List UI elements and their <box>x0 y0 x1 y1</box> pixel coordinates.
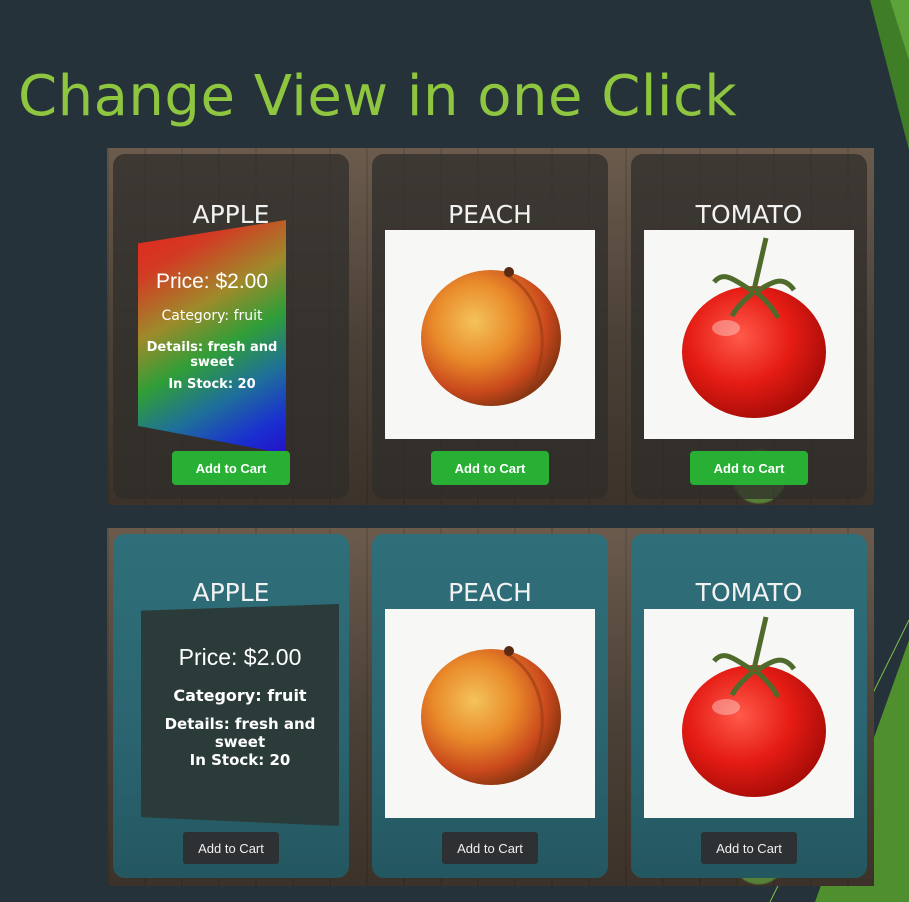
tomato-image <box>644 609 854 818</box>
product-card-apple[interactable]: APPLE Price: $2.00 Category: fruit Detai… <box>113 154 349 499</box>
product-name: APPLE <box>192 200 270 229</box>
peach-image <box>385 609 595 818</box>
product-name: APPLE <box>192 578 270 607</box>
product-details-flipped: Price: $2.00 Category: fruit Details: fr… <box>138 220 286 454</box>
product-stock: In Stock: 20 <box>189 751 291 769</box>
tomato-image <box>644 230 854 439</box>
product-name: PEACH <box>448 578 532 607</box>
add-to-cart-button[interactable]: Add to Cart <box>442 832 538 864</box>
add-to-cart-button[interactable]: Add to Cart <box>431 451 549 485</box>
product-card-tomato[interactable]: TOMATO Add to Cart <box>631 534 867 878</box>
product-grid-view-flip: APPLE Price: $2.00 Category: fruit Detai… <box>107 148 874 505</box>
product-card-peach[interactable]: PEACH Add to Cart <box>372 534 608 878</box>
product-description: Details: fresh and sweet <box>164 715 316 751</box>
product-name: TOMATO <box>695 200 803 229</box>
add-to-cart-button[interactable]: Add to Cart <box>172 451 290 485</box>
product-category: Category: fruit <box>161 308 263 324</box>
product-card-peach[interactable]: PEACH Add to Cart <box>372 154 608 499</box>
product-details-flipped: Price: $2.00 Category: fruit Details: fr… <box>141 604 339 826</box>
product-name: TOMATO <box>695 578 803 607</box>
product-stock: In Stock: 20 <box>168 377 256 392</box>
product-grid-view-teal: APPLE Price: $2.00 Category: fruit Detai… <box>107 528 874 886</box>
add-to-cart-button[interactable]: Add to Cart <box>690 451 808 485</box>
product-name: PEACH <box>448 200 532 229</box>
add-to-cart-button[interactable]: Add to Cart <box>701 832 797 864</box>
product-description: Details: fresh and sweet <box>146 340 278 370</box>
product-card-apple[interactable]: APPLE Price: $2.00 Category: fruit Detai… <box>113 534 349 878</box>
product-price: Price: $2.00 <box>178 644 302 670</box>
slide-title: Change View in one Click <box>18 64 738 129</box>
add-to-cart-button[interactable]: Add to Cart <box>183 832 279 864</box>
product-card-tomato[interactable]: TOMATO Add to Cart <box>631 154 867 499</box>
product-price: Price: $2.00 <box>155 270 269 293</box>
peach-image <box>385 230 595 439</box>
product-category: Category: fruit <box>173 686 307 705</box>
